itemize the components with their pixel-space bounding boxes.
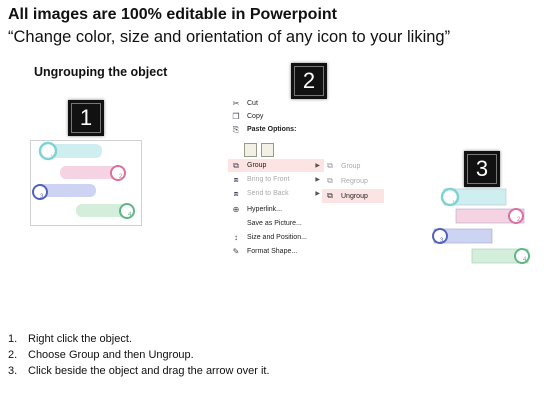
instruction-text: Click beside the object and drag the arr… bbox=[28, 365, 270, 377]
instructions-list: 1. Right click the object. 2. Choose Gro… bbox=[8, 331, 270, 379]
section-heading: Ungrouping the object bbox=[34, 65, 168, 79]
step-2-badge: 2 bbox=[291, 63, 327, 99]
instruction-item: 1. Right click the object. bbox=[8, 331, 270, 347]
menu-item-label: Send to Back bbox=[247, 190, 289, 197]
instruction-text: Right click the object. bbox=[28, 333, 132, 345]
menu-item-label: Hyperlink... bbox=[247, 206, 283, 213]
step-1-badge: 1 bbox=[68, 100, 104, 136]
bring-to-front-icon: ⧈ bbox=[233, 174, 239, 184]
submenu-arrow-icon: ▶ bbox=[315, 191, 320, 197]
menu-item-group[interactable]: ⧉ Group ▶ bbox=[228, 159, 324, 172]
submenu-arrow-icon: ▶ bbox=[315, 177, 320, 183]
shape-circle-4[interactable] bbox=[514, 248, 530, 264]
ungroup-icon: ⧉ bbox=[327, 191, 333, 200]
step-3-badge: 3 bbox=[464, 151, 500, 187]
menu-item-label: Format Shape... bbox=[247, 248, 298, 255]
format-shape-icon: ✎ bbox=[232, 247, 240, 256]
instruction-item: 3. Click beside the object and drag the … bbox=[8, 363, 270, 379]
paste-picture-icon[interactable] bbox=[261, 143, 274, 157]
copy-icon: ❐ bbox=[232, 112, 240, 121]
size-position-icon: ↕ bbox=[234, 233, 238, 242]
menu-item-format-shape[interactable]: ✎ Format Shape... bbox=[228, 245, 324, 258]
instruction-item: 2. Choose Group and then Ungroup. bbox=[8, 347, 270, 363]
grouped-object-panel[interactable]: 1 2 3 4 bbox=[30, 140, 142, 226]
submenu-item-label: Ungroup bbox=[341, 192, 368, 200]
group-icon: ⧉ bbox=[327, 161, 333, 170]
paste-icon: ⎘ bbox=[232, 124, 240, 134]
menu-item-send-to-back[interactable]: ⧈ Send to Back ▶ bbox=[228, 187, 324, 200]
circle-2 bbox=[110, 165, 126, 181]
menu-item-bring-to-front[interactable]: ⧈ Bring to Front ▶ bbox=[228, 173, 324, 186]
menu-item-save-as-picture[interactable]: Save as Picture... bbox=[228, 217, 324, 230]
shape-circle-1[interactable] bbox=[440, 187, 460, 207]
grouped-object-diagram[interactable]: 1 2 3 4 bbox=[30, 140, 142, 226]
menu-item-label: Group bbox=[247, 162, 267, 169]
menu-item-cut[interactable]: ✂ Cut bbox=[228, 97, 324, 110]
instruction-number: 2. bbox=[8, 349, 18, 361]
submenu-item-label: Group bbox=[341, 162, 361, 170]
menu-item-copy[interactable]: ❐ Copy bbox=[228, 110, 324, 123]
submenu-arrow-icon: ▶ bbox=[315, 163, 320, 169]
menu-item-label: Paste Options: bbox=[247, 126, 297, 133]
instruction-number: 3. bbox=[8, 365, 18, 377]
submenu-item-label: Regroup bbox=[341, 177, 368, 185]
paste-options-row bbox=[244, 143, 274, 157]
instruction-number: 1. bbox=[8, 333, 18, 345]
ungrouped-object-diagram[interactable]: 1 2 3 4 bbox=[430, 185, 542, 269]
paste-keep-formatting-icon[interactable] bbox=[244, 143, 257, 157]
page-subtitle: “Change color, size and orientation of a… bbox=[8, 28, 451, 46]
send-to-back-icon: ⧈ bbox=[233, 188, 239, 198]
group-icon: ⧉ bbox=[233, 160, 239, 170]
regroup-icon: ⧉ bbox=[327, 176, 333, 185]
submenu-item-ungroup[interactable]: ⧉ Ungroup bbox=[322, 189, 384, 203]
menu-item-label: Bring to Front bbox=[247, 176, 290, 183]
menu-item-label: Cut bbox=[247, 100, 258, 107]
circle-4 bbox=[119, 203, 135, 219]
scissors-icon: ✂ bbox=[232, 99, 240, 108]
menu-item-label: Save as Picture... bbox=[247, 220, 302, 227]
submenu-item-regroup[interactable]: ⧉ Regroup bbox=[322, 174, 384, 188]
submenu-item-group[interactable]: ⧉ Group bbox=[322, 159, 384, 173]
shape-circle-2[interactable] bbox=[508, 208, 524, 224]
circle-1 bbox=[38, 141, 58, 161]
page-title: All images are 100% editable in Powerpoi… bbox=[8, 6, 337, 23]
menu-item-hyperlink[interactable]: ⊕ Hyperlink... bbox=[228, 203, 324, 216]
menu-item-label: Copy bbox=[247, 113, 264, 120]
menu-item-paste-options: ⎘ Paste Options: bbox=[228, 123, 324, 136]
hyperlink-icon: ⊕ bbox=[232, 205, 240, 214]
menu-item-size-and-position[interactable]: ↕ Size and Position... bbox=[228, 231, 324, 244]
menu-item-label: Size and Position... bbox=[247, 234, 307, 241]
instruction-text: Choose Group and then Ungroup. bbox=[28, 349, 194, 361]
ungrouped-object-panel[interactable]: 1 2 3 4 bbox=[430, 185, 542, 269]
